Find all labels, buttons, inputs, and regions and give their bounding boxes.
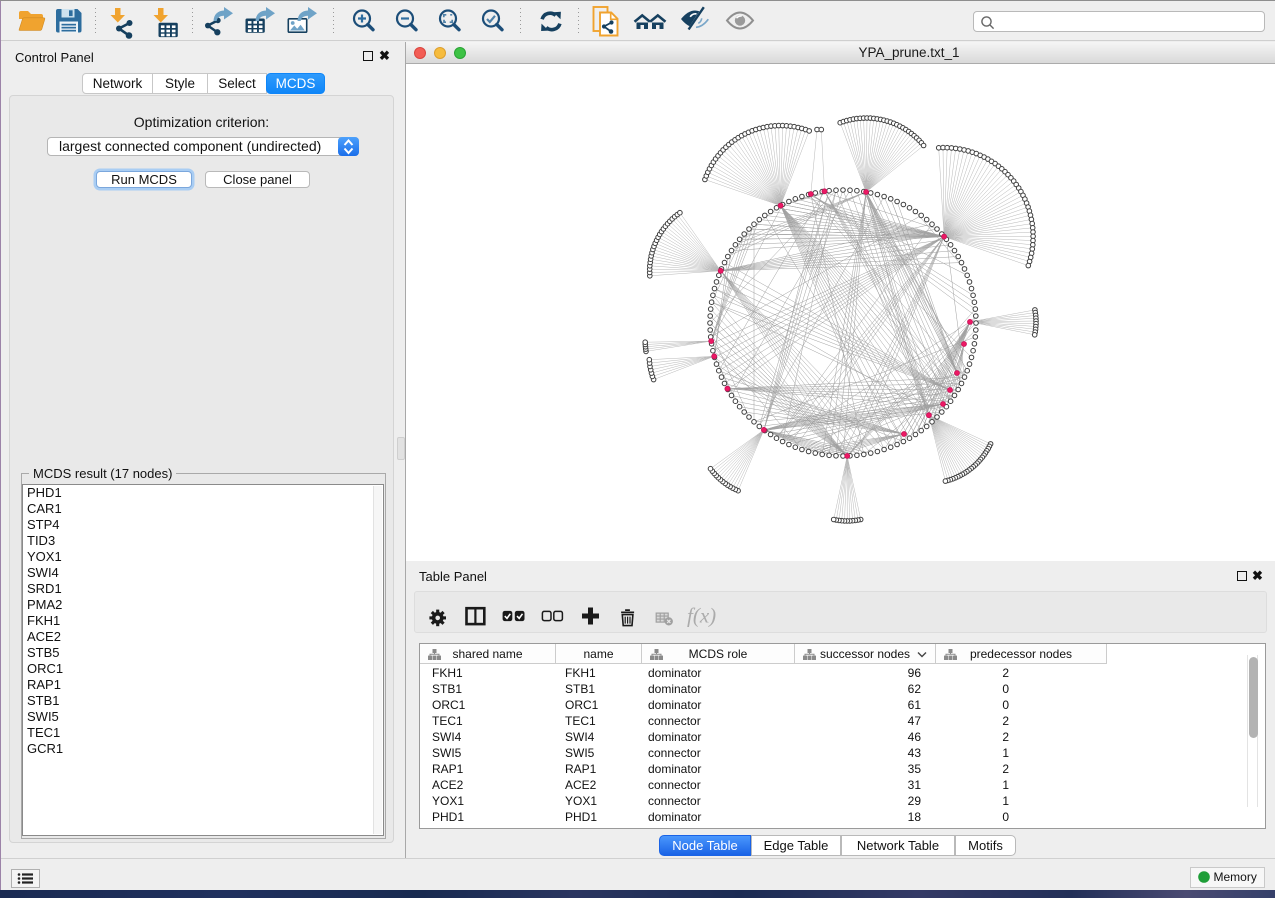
svg-text:f(x): f(x)	[687, 604, 716, 628]
